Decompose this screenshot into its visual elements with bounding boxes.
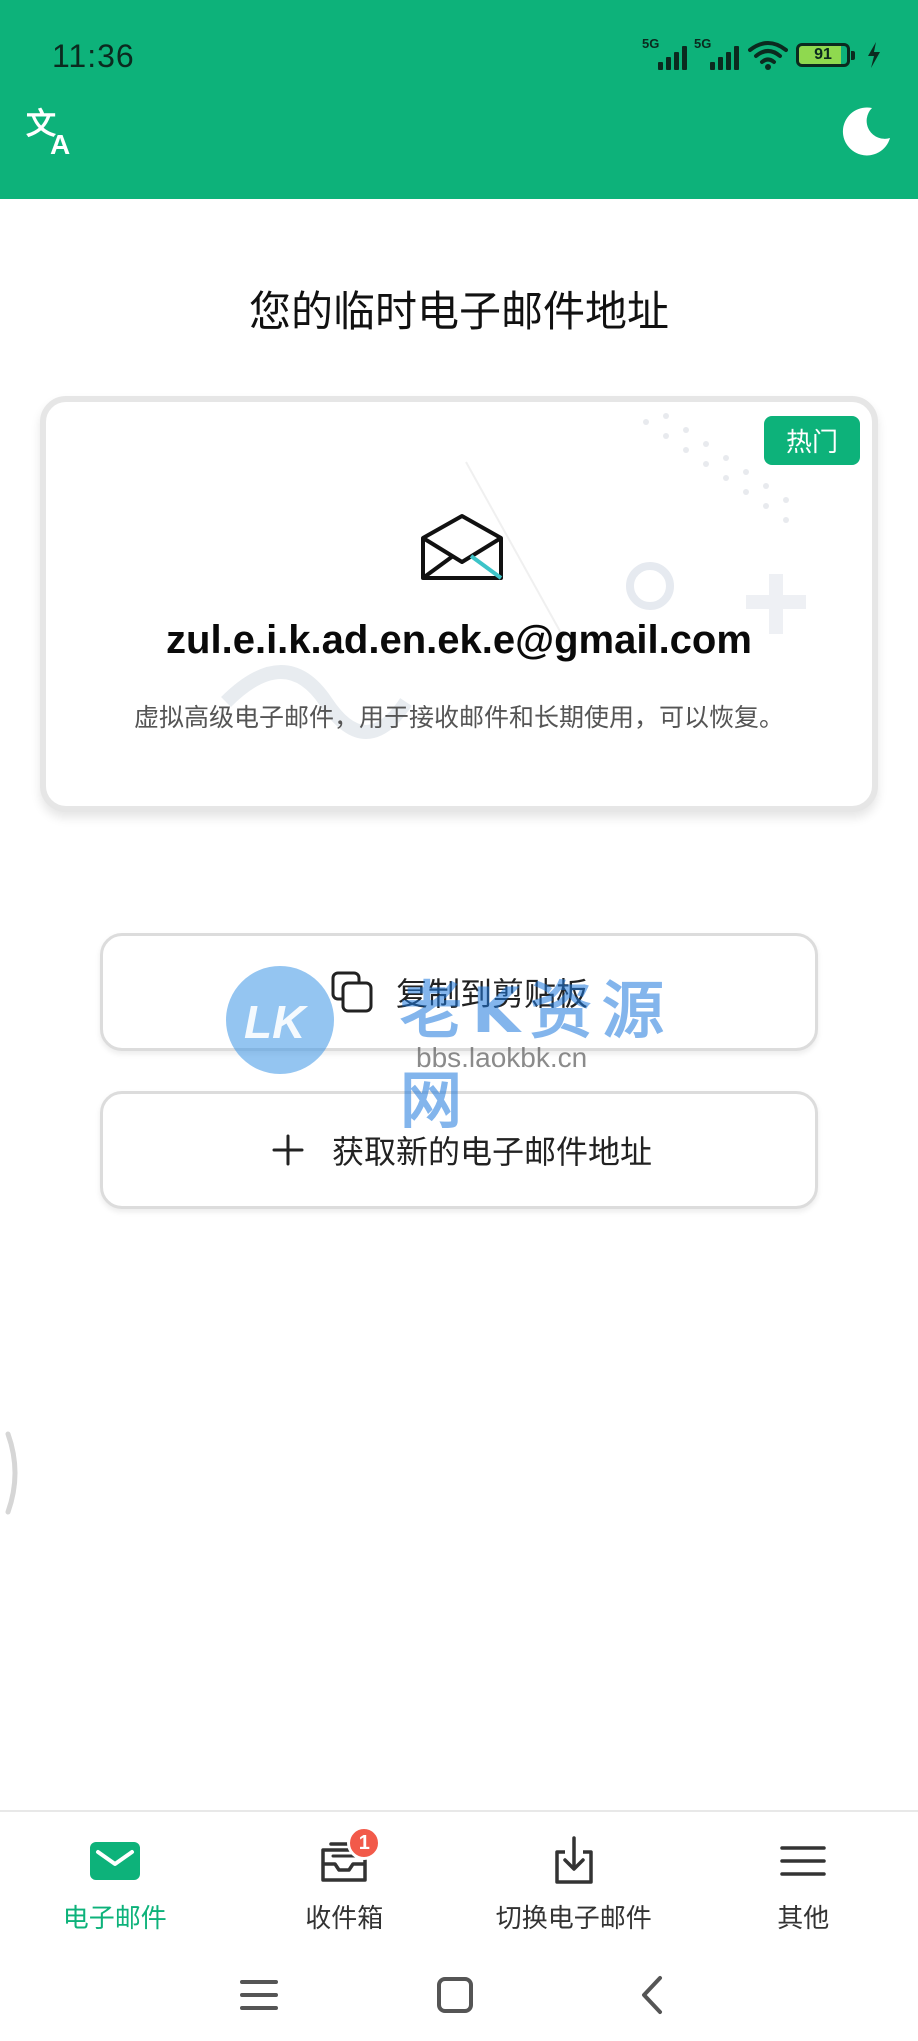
home-icon[interactable] (430, 1970, 480, 2020)
system-navigation-bar (0, 1950, 918, 2041)
email-description: 虚拟高级电子邮件，用于接收邮件和长期使用，可以恢复。 (133, 703, 784, 732)
back-icon[interactable] (628, 1970, 678, 2020)
nav-label-switch-email: 切换电子邮件 (495, 1904, 652, 1934)
envelope-icon (421, 514, 503, 580)
new-email-button-label: 获取新的电子邮件地址 (331, 1133, 652, 1171)
card-background-decoration (221, 413, 806, 739)
status-time: 11:36 (52, 38, 135, 74)
nav-item-other[interactable]: 其他 (689, 1812, 918, 1952)
wifi-icon (748, 41, 788, 70)
translate-icon[interactable]: 文 A (24, 104, 78, 158)
nav-label-other: 其他 (777, 1904, 830, 1934)
copy-to-clipboard-button[interactable]: 复制到剪贴板 (100, 933, 818, 1051)
inbox-unread-badge: 1 (347, 1826, 382, 1860)
edge-swipe-handle[interactable] (4, 1430, 24, 1516)
charging-icon (868, 42, 880, 68)
cell-signal-icon-2: 5G (694, 36, 740, 70)
recent-apps-icon[interactable] (234, 1970, 284, 2020)
email-card[interactable]: 热门 zul.e.i.k.ad.en.ek.e@gmail.com 虚拟高级电子… (40, 396, 878, 812)
nav-label-inbox: 收件箱 (305, 1904, 384, 1934)
battery-icon: 91 (796, 43, 855, 67)
network-type-1: 5G (642, 36, 660, 51)
inbox-icon-wrap: 1 (317, 1826, 382, 1886)
copy-button-label: 复制到剪贴板 (395, 975, 588, 1013)
get-new-email-button[interactable]: 获取新的电子邮件地址 (100, 1091, 818, 1209)
network-type-2: 5G (694, 36, 712, 51)
app-header: 11:36 5G 5G 91 文 A (0, 0, 918, 199)
moon-icon[interactable] (838, 104, 892, 158)
status-icons: 5G 5G 91 (642, 36, 882, 70)
nav-item-switch-email[interactable]: 切换电子邮件 (459, 1812, 689, 1952)
hot-badge: 热门 (763, 416, 860, 465)
page-title: 您的临时电子邮件地址 (248, 287, 669, 336)
cell-signal-icon: 5G (642, 36, 688, 70)
menu-icon (780, 1846, 826, 1876)
download-icon (555, 1836, 593, 1884)
nav-item-inbox[interactable]: 1 收件箱 (230, 1812, 460, 1952)
bottom-navigation: 电子邮件 1 收件箱 切换电子邮件 其他 (0, 1810, 918, 1952)
plus-icon (272, 1134, 304, 1166)
mail-icon (89, 1842, 140, 1880)
email-address[interactable]: zul.e.i.k.ad.en.ek.e@gmail.com (46, 618, 872, 663)
svg-text:A: A (50, 129, 70, 158)
copy-icon (331, 971, 373, 1013)
nav-label-email: 电子邮件 (62, 1904, 167, 1934)
nav-item-email[interactable]: 电子邮件 (0, 1812, 230, 1952)
